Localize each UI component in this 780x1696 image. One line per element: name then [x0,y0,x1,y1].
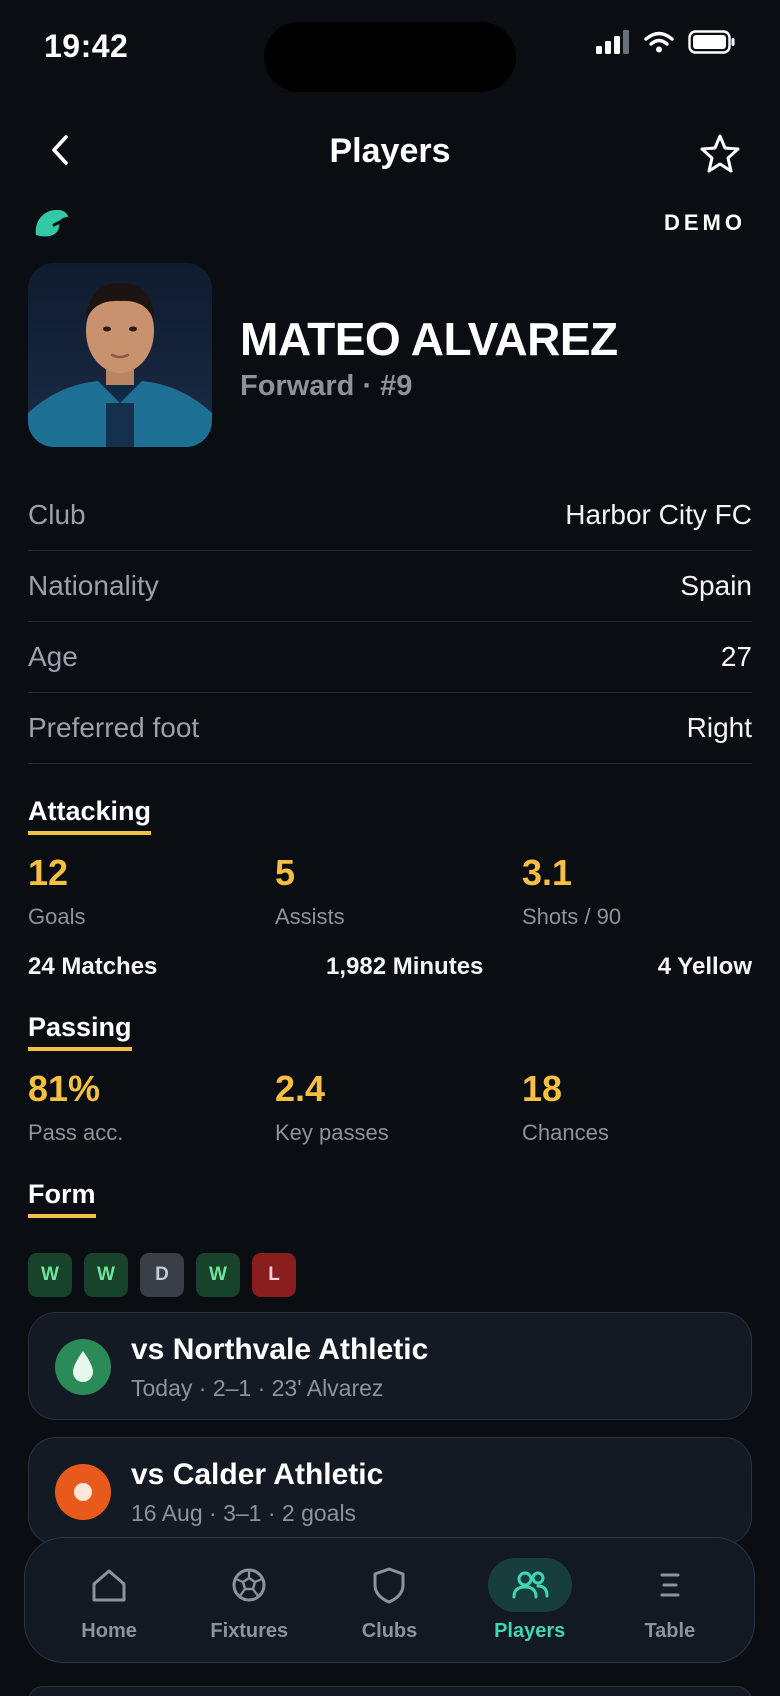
tab-label: Table [644,1619,696,1642]
stat-label-goals: Goals [28,904,86,929]
match-card[interactable]: vs Calder Athletic 16 Aug · 3–1 · 2 goal… [28,1437,752,1545]
stat-value-goals: 12 [28,852,69,893]
form-result-badge: D [140,1253,184,1297]
favorite-button[interactable] [698,132,742,176]
demo-badge: DEMO [664,210,746,235]
section-title-attacking: Attacking [28,796,152,835]
players-icon [487,1557,572,1612]
match-details: 16 Aug · 3–1 · 2 goals [131,1500,357,1526]
info-row-club: Club Harbor City FC [28,480,752,551]
table-icon [628,1558,712,1612]
section-title-passing: Passing [28,1012,132,1051]
tab-home[interactable]: Home [44,1558,174,1643]
meta-matches: 24 Matches [28,953,158,980]
drop-icon [73,1351,93,1382]
player-position: Forward · #9 [240,370,413,402]
star-icon [700,134,740,173]
status-icons [596,30,736,54]
tab-label: Home [81,1619,137,1642]
player-photo [28,263,212,447]
app-logo [35,209,68,237]
stat-value-pass-accuracy: 81% [28,1068,101,1109]
match-card[interactable] [28,1686,752,1696]
shield-icon [347,1558,431,1612]
signal-icon [596,30,629,54]
club-crest-icon [55,1339,111,1395]
tab-label: Clubs [361,1619,418,1642]
info-row-foot: Preferred foot Right [28,693,752,764]
stat-value-chances: 18 [522,1068,563,1109]
tab-label: Players [494,1619,566,1642]
player-info-list: Club Harbor City FC Nationality Spain Ag… [28,480,752,764]
dynamic-island [264,22,516,92]
info-label: Preferred foot [28,712,200,743]
form-result-badge: W [84,1253,128,1297]
info-value: Right [686,712,752,743]
status-time: 19:42 [44,28,129,64]
match-opponent: vs Northvale Athletic [131,1333,429,1366]
info-row-nationality: Nationality Spain [28,551,752,622]
player-portrait [28,263,212,447]
match-card[interactable]: vs Northvale Athletic Today · 2–1 · 23' … [28,1312,752,1420]
club-crest-icon [55,1464,111,1520]
wifi-icon [644,31,674,53]
meta-yellow-cards: 4 Yellow [657,953,752,980]
tab-players[interactable]: Players [465,1557,595,1643]
info-label: Club [28,499,86,530]
stat-label-assists: Assists [275,904,345,929]
player-name: MATEO ALVAREZ [240,313,618,365]
stat-label-chances: Chances [522,1120,609,1145]
match-opponent: vs Calder Athletic [131,1458,384,1491]
form-result-badge: W [196,1253,240,1297]
tab-label: Fixtures [210,1619,289,1642]
form-results: W W D W L [28,1253,296,1297]
stat-label-shots: Shots / 90 [522,904,622,929]
tab-clubs[interactable]: Clubs [324,1558,454,1643]
match-details: Today · 2–1 · 23' Alvarez [131,1375,384,1401]
info-value: Harbor City FC [565,499,752,530]
tab-fixtures[interactable]: Fixtures [184,1558,314,1643]
tab-table[interactable]: Table [605,1558,735,1643]
stat-value-key-passes: 2.4 [275,1068,326,1109]
stat-label-key-passes: Key passes [275,1120,389,1145]
page-title: Players [329,132,451,170]
info-row-age: Age 27 [28,622,752,693]
form-result-badge: L [252,1253,296,1297]
dot-icon [74,1483,92,1501]
stat-value-assists: 5 [275,852,296,893]
section-title-form: Form [28,1179,96,1218]
info-value: 27 [720,641,752,672]
ball-icon [207,1558,291,1612]
home-icon [67,1558,151,1612]
battery-icon [688,30,735,54]
meta-minutes: 1,982 Minutes [326,953,484,980]
bottom-tab-bar: Home Fixtures Clubs Players Table [24,1537,755,1663]
info-label: Age [28,641,78,672]
info-value: Spain [680,570,752,601]
info-label: Nationality [28,570,159,601]
stat-value-shots: 3.1 [522,852,573,893]
form-result-badge: W [28,1253,72,1297]
stat-label-pass-accuracy: Pass acc. [28,1120,124,1145]
